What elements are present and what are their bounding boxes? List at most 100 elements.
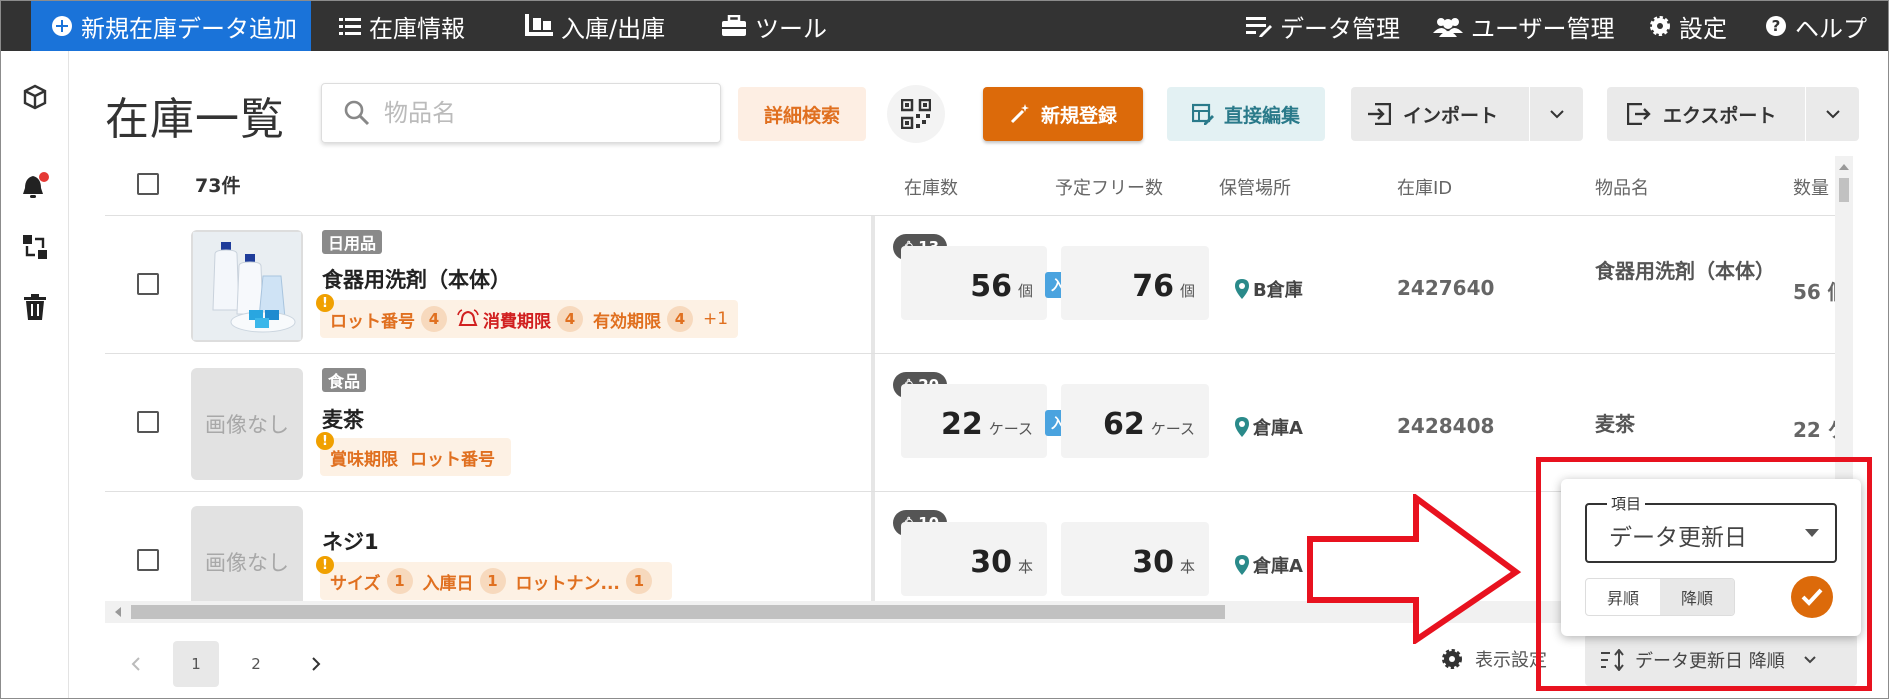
app-window: 新規在庫データ追加 在庫情報 入庫/出庫 ツール データ管理 ユーザー管理 設定… (0, 0, 1889, 699)
item-image (191, 230, 303, 342)
nav-data-management-label: データ管理 (1280, 14, 1400, 43)
nav-settings[interactable]: 設定 (1649, 1, 1727, 51)
warning-icon: ! (316, 556, 334, 574)
free-count-box: 30 本 (1061, 522, 1209, 596)
tag-count: 4 (421, 306, 447, 332)
tag-valid-until: 有効期限 4 (593, 306, 697, 332)
item-name[interactable]: ネジ1 (322, 526, 379, 556)
column-header-quantity[interactable]: 数量 (1793, 174, 1829, 200)
warning-icon: ! (316, 294, 334, 312)
display-settings-button[interactable]: 表示設定 (1441, 646, 1547, 672)
nav-inout[interactable]: 入庫/出庫 (525, 1, 665, 51)
no-image-placeholder: 画像なし (191, 368, 303, 480)
tag-received-date: 入庫日 1 (423, 568, 510, 594)
row-checkbox[interactable] (137, 273, 159, 295)
column-header-item-name[interactable]: 物品名 (1595, 174, 1649, 200)
no-image-placeholder: 画像なし (191, 506, 303, 601)
select-all-checkbox[interactable] (137, 173, 159, 195)
location-name: B倉庫 (1253, 280, 1303, 301)
pagination-next-button[interactable] (293, 641, 339, 687)
item-name[interactable]: 麦茶 (322, 404, 364, 434)
direct-edit-button[interactable]: 直接編集 (1167, 87, 1325, 141)
sidebar-trash-button[interactable] (19, 291, 51, 323)
storage-location: B倉庫 (1235, 276, 1303, 302)
new-register-label: 新規登録 (1040, 104, 1117, 127)
tag-label: 消費期限 (483, 311, 551, 332)
nav-data-management[interactable]: データ管理 (1246, 1, 1400, 51)
tag-label: ロット番号 (330, 311, 415, 332)
nav-help-label: ヘルプ (1795, 14, 1867, 43)
nav-tools-label: ツール (755, 14, 827, 43)
chevron-down-icon[interactable] (1825, 109, 1841, 119)
stock-unit: 本 (1017, 558, 1033, 576)
stock-count: 30 (970, 545, 1012, 580)
sidebar (1, 51, 69, 698)
import-split-divider (1529, 87, 1530, 141)
export-split-divider (1805, 87, 1806, 141)
import-label: インポート (1403, 104, 1499, 127)
tag-count: 4 (557, 306, 583, 332)
storage-location: 倉庫A (1235, 414, 1303, 440)
plus-circle-icon (52, 16, 72, 36)
export-label: エクスポート (1663, 104, 1777, 127)
column-divider (871, 216, 875, 354)
item-name[interactable]: 食器用洗剤（本体） (322, 264, 511, 294)
warning-icon: ! (316, 432, 334, 450)
export-button[interactable]: エクスポート (1607, 87, 1859, 141)
nav-stock-info-label: 在庫情報 (369, 14, 465, 43)
stock-unit: 個 (1017, 282, 1033, 300)
qr-scan-button[interactable] (887, 85, 945, 143)
import-button[interactable]: インポート (1351, 87, 1583, 141)
chevron-down-icon[interactable] (1549, 109, 1565, 119)
attribute-tags: ! 賞味期限 ロット番号 (316, 432, 511, 476)
sidebar-inventory-button[interactable] (19, 81, 51, 113)
sidebar-transfer-button[interactable] (19, 231, 51, 263)
column-header-location[interactable]: 保管場所 (1219, 174, 1291, 200)
column-header-free[interactable]: 予定フリー数 (1055, 174, 1163, 200)
more-tags-count[interactable]: +1 (703, 309, 728, 329)
nav-user-management[interactable]: ユーザー管理 (1433, 1, 1615, 51)
scroll-left-arrow-icon[interactable] (113, 606, 123, 618)
table-edit-icon (1191, 103, 1214, 125)
table-row[interactable]: 日用品 食器用洗剤（本体） ! ロット番号4 消費期限4 有効期限4 +1 🔔︎… (105, 215, 1848, 354)
column-header-stock-id[interactable]: 在庫ID (1397, 174, 1452, 200)
nav-help[interactable]: ? ヘルプ (1765, 1, 1867, 51)
tag-lot-number: ロット番号 4 (330, 306, 451, 332)
new-register-button[interactable]: 新規登録 (983, 87, 1143, 141)
horizontal-scroll-thumb[interactable] (131, 605, 1225, 619)
free-unit: ケース (1150, 420, 1195, 438)
annotation-arrow (1307, 494, 1522, 644)
search-input[interactable] (384, 99, 684, 127)
sidebar-notifications-button[interactable] (19, 171, 51, 203)
direct-edit-label: 直接編集 (1223, 104, 1300, 127)
import-icon (1368, 103, 1391, 125)
add-stock-data-label: 新規在庫データ追加 (81, 14, 297, 43)
scroll-up-arrow-icon[interactable] (1838, 162, 1850, 172)
vertical-scroll-thumb[interactable] (1839, 178, 1849, 202)
help-circle-icon: ? (1766, 16, 1786, 36)
add-stock-data-button[interactable]: 新規在庫データ追加 (31, 1, 311, 51)
map-pin-icon (1235, 417, 1249, 437)
nav-user-management-label: ユーザー管理 (1471, 14, 1615, 43)
detergent-product-image (193, 232, 301, 340)
pagination-page-1[interactable]: 1 (173, 641, 219, 687)
advanced-search-button[interactable]: 詳細検索 (738, 87, 866, 141)
row-checkbox[interactable] (137, 411, 159, 433)
tag-size: サイズ 1 (330, 568, 417, 594)
tag-expiry: 消費期限 4 (457, 306, 587, 332)
users-icon (1433, 18, 1463, 37)
free-unit: 個 (1179, 282, 1195, 300)
alarm-bell-icon (457, 309, 479, 326)
row-checkbox[interactable] (137, 549, 159, 571)
stock-unit: ケース (988, 420, 1033, 438)
pagination-page-2[interactable]: 2 (233, 641, 279, 687)
trash-icon (24, 294, 46, 320)
nav-stock-info[interactable]: 在庫情報 (339, 1, 465, 51)
stock-count: 56 (970, 269, 1012, 304)
stock-count-box: 30 本 (901, 522, 1047, 596)
pagination-prev-button[interactable] (113, 641, 159, 687)
column-header-stock[interactable]: 在庫数 (904, 174, 958, 200)
dolly-icon (525, 14, 553, 36)
nav-inout-label: 入庫/出庫 (561, 14, 666, 43)
nav-tools[interactable]: ツール (721, 1, 827, 51)
